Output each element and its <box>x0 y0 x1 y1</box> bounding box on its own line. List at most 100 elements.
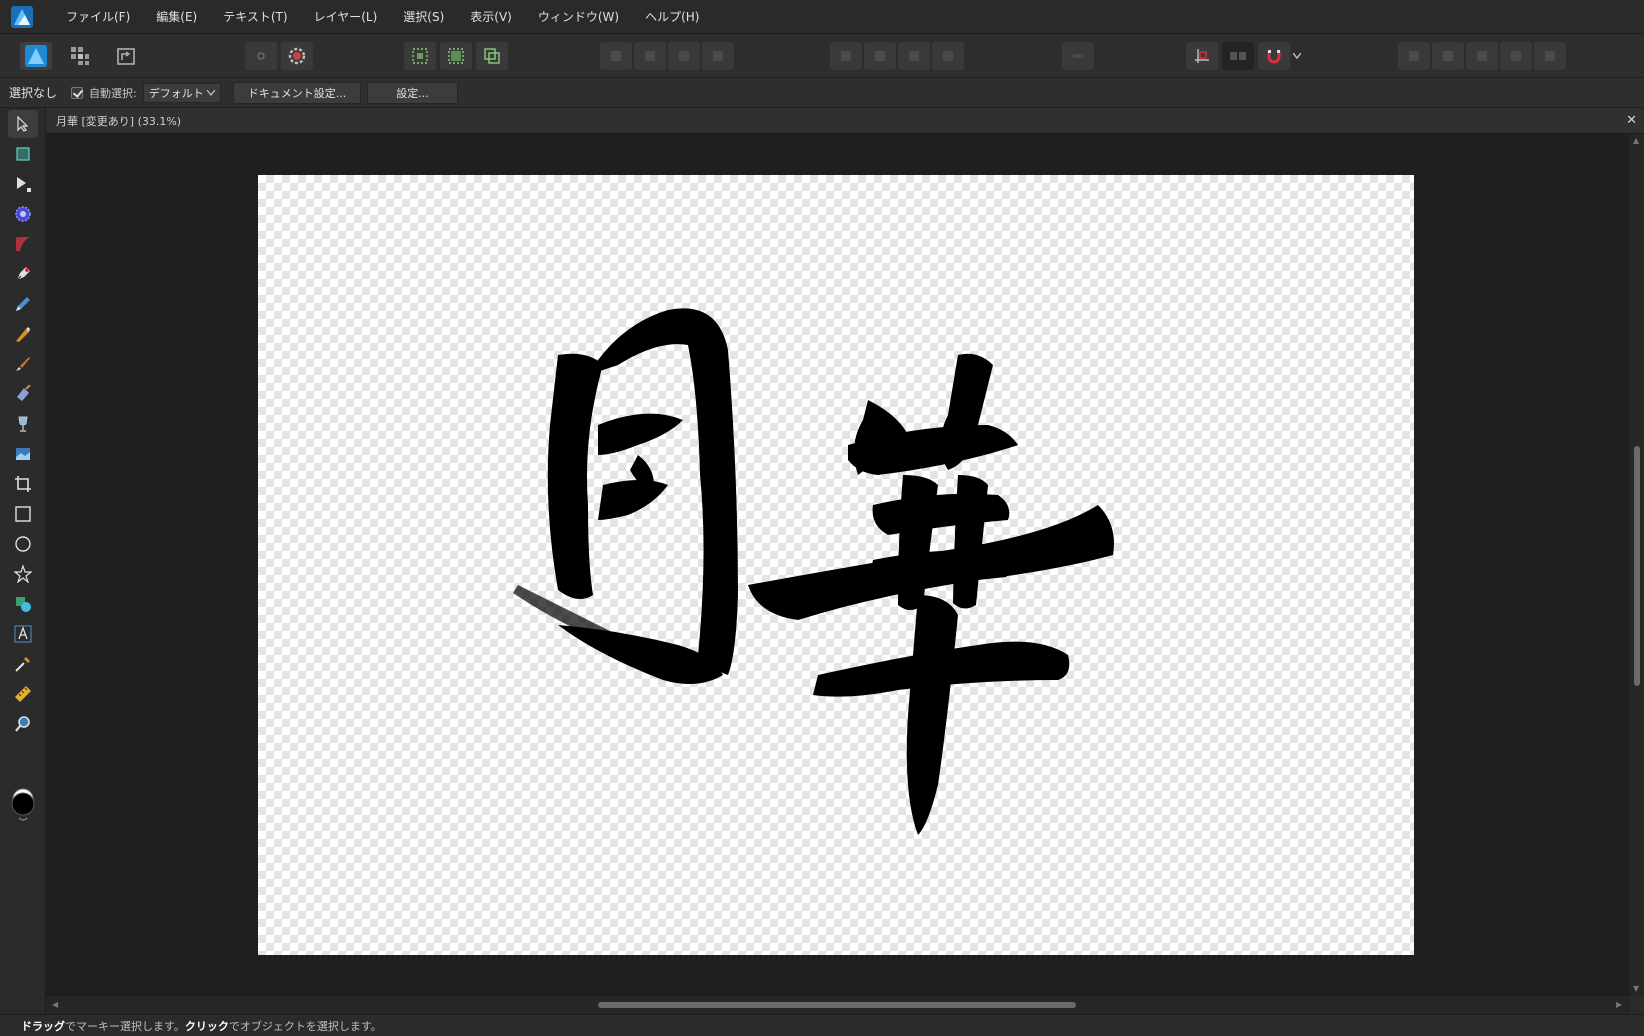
move-tool[interactable] <box>8 110 38 138</box>
snapping-mode-button[interactable] <box>1222 42 1254 70</box>
boolean-xor-button[interactable] <box>1500 42 1532 70</box>
node-tool[interactable] <box>8 170 38 198</box>
snapping-grid-button[interactable] <box>1186 42 1218 70</box>
arrange-front-button[interactable] <box>702 42 734 70</box>
menu-edit[interactable]: 編集(E) <box>143 0 210 34</box>
menu-view[interactable]: 表示(V) <box>457 0 525 34</box>
designer-persona-icon <box>25 45 47 67</box>
gear-icon <box>288 47 306 65</box>
artboard-icon <box>16 147 30 161</box>
zoom-tool[interactable] <box>8 710 38 738</box>
shape-builder-tool[interactable] <box>8 590 38 618</box>
vertical-scrollbar[interactable]: ▲ ▼ <box>1630 134 1644 996</box>
arrange-backward-button[interactable] <box>634 42 666 70</box>
star-tool[interactable] <box>8 560 38 588</box>
crop-tool[interactable] <box>8 470 38 498</box>
arrange-forward-icon <box>679 51 689 61</box>
circle-dot-icon <box>257 52 265 60</box>
pen-nib-icon <box>16 267 30 281</box>
status-drag-text: でマーキー選択します。 <box>65 1019 185 1033</box>
horizontal-scroll-thumb[interactable] <box>598 1002 1076 1008</box>
text-icon <box>14 625 32 643</box>
corner-tool[interactable] <box>8 200 38 228</box>
wine-glass-icon <box>18 416 28 432</box>
menu-text[interactable]: テキスト(T) <box>210 0 300 34</box>
paint-brush-tool[interactable] <box>8 350 38 378</box>
marquee-icon <box>412 48 428 64</box>
ruler-icon <box>15 686 31 702</box>
horizontal-scrollbar[interactable]: ◀ ▶ <box>46 996 1630 1014</box>
boolean-add-icon <box>1409 51 1419 61</box>
calligraphy-artwork[interactable] <box>258 175 1414 955</box>
auto-select-checkbox[interactable] <box>71 86 84 99</box>
arrange-back-button[interactable] <box>600 42 632 70</box>
vertical-scroll-thumb[interactable] <box>1634 446 1640 686</box>
document-tab[interactable]: 月華 [変更あり] (33.1%) ✕ <box>46 108 1644 134</box>
menu-select[interactable]: 選択(S) <box>390 0 457 34</box>
boolean-add-button[interactable] <box>1398 42 1430 70</box>
close-document-icon[interactable]: ✕ <box>1626 113 1637 128</box>
document-title: 月華 [変更あり] (33.1%) <box>56 114 182 128</box>
context-toolbar: 選択なし 自動選択: デフォルト ドキュメント設定... 設定... <box>0 78 1644 108</box>
export-persona-icon <box>117 48 135 65</box>
rotate-right-button[interactable] <box>932 42 964 70</box>
pen-tool[interactable] <box>8 260 38 288</box>
pencil-tool[interactable] <box>8 290 38 318</box>
flip-horizontal-button[interactable] <box>830 42 862 70</box>
transparency-tool[interactable] <box>8 410 38 438</box>
flip-vertical-button[interactable] <box>864 42 896 70</box>
snapping-toggle-button[interactable] <box>1258 42 1290 70</box>
vector-brush-tool[interactable] <box>8 320 38 348</box>
scroll-down-arrow-icon[interactable]: ▼ <box>1633 984 1639 993</box>
align-button[interactable] <box>1062 42 1094 70</box>
fill-bucket-icon <box>17 385 31 401</box>
rectangle-tool[interactable] <box>8 500 38 528</box>
select-invert-button[interactable] <box>440 42 472 70</box>
boolean-subtract-button[interactable] <box>1432 42 1464 70</box>
menu-file[interactable]: ファイル(F) <box>53 0 143 34</box>
menu-layer[interactable]: レイヤー(L) <box>301 0 391 34</box>
place-image-tool[interactable] <box>8 440 38 468</box>
scroll-left-arrow-icon[interactable]: ◀ <box>52 1000 58 1009</box>
point-transform-tool[interactable] <box>8 230 38 258</box>
boolean-intersect-button[interactable] <box>1466 42 1498 70</box>
artboard-tool[interactable] <box>8 140 38 168</box>
move-arrow-icon <box>17 116 29 132</box>
selection-status: 選択なし <box>9 86 58 100</box>
document-setup-button[interactable]: ドキュメント設定... <box>232 81 362 104</box>
snapping-mode-icon <box>1230 52 1246 60</box>
select-all-button[interactable] <box>404 42 436 70</box>
measure-tool[interactable] <box>8 680 38 708</box>
boolean-subtract-icon <box>1443 51 1453 61</box>
node-arrow-icon <box>17 177 31 192</box>
boolean-divide-button[interactable] <box>1534 42 1566 70</box>
color-picker-tool[interactable] <box>8 650 38 678</box>
canvas-viewport[interactable] <box>46 134 1630 996</box>
ellipse-tool[interactable] <box>8 530 38 558</box>
scroll-up-arrow-icon[interactable]: ▲ <box>1633 136 1639 145</box>
arrange-forward-button[interactable] <box>668 42 700 70</box>
snapping-options-dropdown[interactable] <box>1290 42 1304 70</box>
settings-gear-button[interactable] <box>281 42 313 70</box>
color-well-swatch[interactable] <box>9 788 37 822</box>
boolean-intersect-icon <box>1477 51 1487 61</box>
menu-window[interactable]: ウィンドウ(W) <box>525 0 632 34</box>
settings-button[interactable]: 設定... <box>367 81 458 104</box>
document-canvas[interactable] <box>258 175 1414 955</box>
scroll-right-arrow-icon[interactable]: ▶ <box>1616 1000 1622 1009</box>
artistic-text-tool[interactable] <box>8 620 38 648</box>
menu-help[interactable]: ヘルプ(H) <box>632 0 712 34</box>
export-persona-button[interactable] <box>110 42 142 70</box>
arrange-backward-icon <box>645 51 655 61</box>
rotate-left-button[interactable] <box>898 42 930 70</box>
fill-tool[interactable] <box>8 380 38 408</box>
auto-select-label: 自動選択: <box>89 86 137 100</box>
select-intersect-button[interactable] <box>476 42 508 70</box>
flip-horizontal-icon <box>841 51 851 61</box>
view-mode-button[interactable] <box>245 42 277 70</box>
designer-persona-button[interactable] <box>20 42 52 70</box>
pixel-persona-button[interactable] <box>64 42 96 70</box>
auto-select-value: デフォルト <box>148 86 204 100</box>
auto-select-dropdown[interactable]: デフォルト <box>142 82 221 103</box>
affinity-designer-logo-icon[interactable] <box>11 5 33 28</box>
